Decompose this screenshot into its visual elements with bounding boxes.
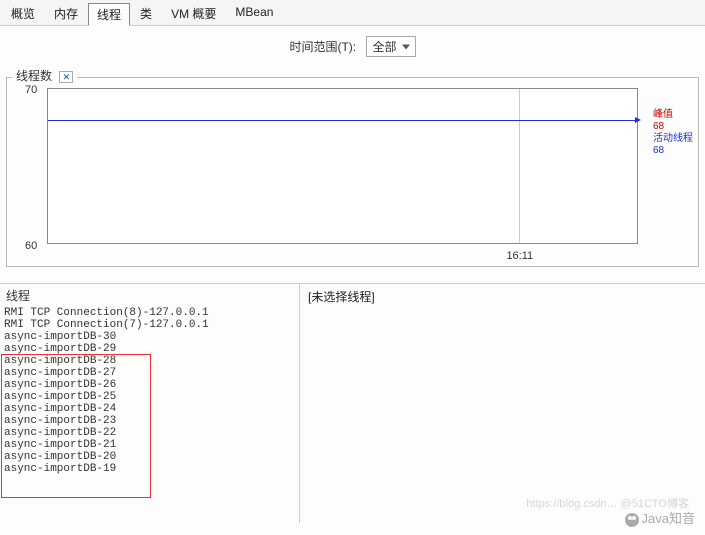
thread-item[interactable]: async-importDB-21 [2,439,299,451]
legend-live-label: 活动线程 [653,133,693,145]
thread-item[interactable]: RMI TCP Connection(7)-127.0.0.1 [2,319,299,331]
time-range-value: 全部 [373,40,397,54]
thread-item[interactable]: async-importDB-19 [2,463,299,475]
thread-item[interactable]: async-importDB-30 [2,331,299,343]
thread-item[interactable]: RMI TCP Connection(8)-127.0.0.1 [2,307,299,319]
tab-3[interactable]: 类 [131,2,161,25]
main-tabs: 概览内存线程类VM 概要MBean [0,0,705,26]
legend-peak-value: 68 [653,121,693,133]
chart-collapse-icon[interactable]: ✕ [59,71,73,83]
thread-item[interactable]: async-importDB-22 [2,427,299,439]
tab-4[interactable]: VM 概要 [162,2,225,25]
series-line-live [48,120,637,121]
time-range-row: 时间范围(T): 全部 [0,26,705,67]
xtick-1611: 16:11 [506,250,533,262]
chart-title: 线程数 ✕ [12,67,77,84]
tab-5[interactable]: MBean [226,2,282,25]
thread-item[interactable]: async-importDB-28 [2,355,299,367]
legend-peak-label: 峰值 [653,109,693,121]
time-range-label: 时间范围(T): [289,40,356,54]
chart-frame: 70 60 峰值 68 活动线程 68 16:11 [6,77,699,267]
thread-item[interactable]: async-importDB-26 [2,379,299,391]
thread-list[interactable]: RMI TCP Connection(8)-127.0.0.1RMI TCP C… [0,307,299,517]
thread-item[interactable]: async-importDB-29 [2,343,299,355]
detail-placeholder: [未选择线程] [308,288,697,305]
chart-legend: 峰值 68 活动线程 68 [653,109,693,157]
tab-1[interactable]: 内存 [45,2,87,25]
legend-live-value: 68 [653,145,693,157]
thread-list-title: 线程 [0,284,299,307]
gridline-v [519,89,520,243]
tab-2[interactable]: 线程 [88,3,130,26]
thread-list-pane: 线程 RMI TCP Connection(8)-127.0.0.1RMI TC… [0,284,300,523]
ytick-70: 70 [25,84,37,96]
chart-section: 线程数 ✕ 70 60 峰值 68 活动线程 68 16:11 [0,67,705,267]
thread-item[interactable]: async-importDB-23 [2,415,299,427]
thread-item[interactable]: async-importDB-25 [2,391,299,403]
thread-detail-pane: [未选择线程] [300,284,705,523]
tab-0[interactable]: 概览 [2,2,44,25]
thread-item[interactable]: async-importDB-24 [2,403,299,415]
lower-split: 线程 RMI TCP Connection(8)-127.0.0.1RMI TC… [0,283,705,523]
plot-area[interactable]: 峰值 68 活动线程 68 [47,88,638,244]
ytick-60: 60 [25,240,37,252]
thread-item[interactable]: async-importDB-27 [2,367,299,379]
time-range-select[interactable]: 全部 [366,36,416,57]
thread-item[interactable]: async-importDB-20 [2,451,299,463]
